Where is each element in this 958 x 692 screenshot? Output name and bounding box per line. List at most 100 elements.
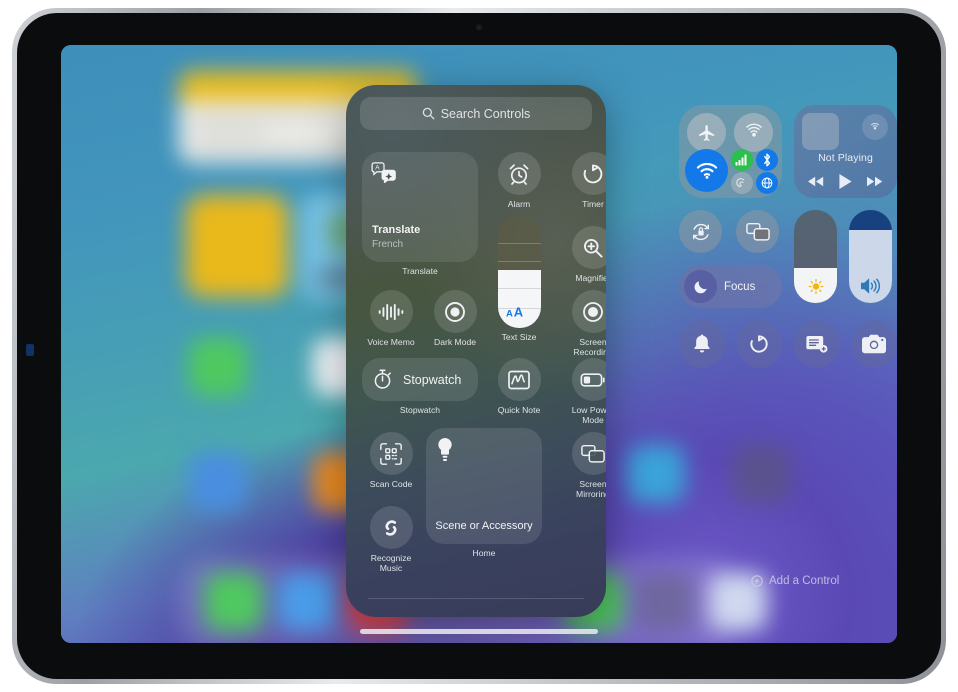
airplay-audio-icon[interactable] <box>862 114 888 140</box>
ring-silent-button[interactable] <box>679 320 725 368</box>
control-text-size[interactable]: A A Text Size <box>490 216 548 343</box>
personal-hotspot-toggle[interactable] <box>731 172 753 194</box>
search-icon <box>422 107 435 120</box>
controls-grid: A Translate French Translate Alarm Timer… <box>360 142 606 617</box>
bg-app-icon-notes <box>186 195 288 297</box>
control-home-scene[interactable]: Scene or Accessory Home <box>426 428 542 559</box>
control-label-magnifier: Magnifier <box>575 273 606 283</box>
bg-dock-icon <box>277 573 335 631</box>
screen-recording-button[interactable] <box>571 290 606 333</box>
bell-icon <box>693 334 711 354</box>
brightness-slider[interactable] <box>794 210 837 303</box>
focus-label: Focus <box>724 280 756 293</box>
control-alarm[interactable]: Alarm <box>490 152 548 210</box>
control-screen-recording[interactable]: Screen Recording <box>564 290 606 357</box>
now-playing-controls <box>794 174 897 189</box>
focus-button[interactable]: Focus <box>679 265 782 308</box>
now-playing-module[interactable]: Not Playing <box>794 105 897 198</box>
control-label-text-size: Text Size <box>501 332 537 342</box>
control-dark-mode[interactable]: Dark Mode <box>426 290 484 348</box>
quick-note-button[interactable] <box>794 320 840 368</box>
lightbulb-icon <box>436 438 532 463</box>
extra-controls-row <box>679 320 897 368</box>
device-bezel: Not Playing Focus Add a Control Search C… <box>17 13 941 679</box>
add-a-control-label: Add a Control <box>769 575 840 587</box>
bg-widget-line <box>193 145 365 152</box>
connectivity-module <box>679 105 782 198</box>
add-a-control-button[interactable]: Add a Control <box>751 575 839 587</box>
recognize-music-button[interactable] <box>369 506 413 549</box>
now-playing-title: Not Playing <box>818 152 873 164</box>
translate-widget[interactable]: A Translate French <box>362 152 478 262</box>
bg-app-icon <box>627 445 685 503</box>
volume-slider[interactable] <box>849 210 892 303</box>
text-size-icon: A A <box>506 305 532 319</box>
timer-icon <box>581 162 605 186</box>
front-camera-dot <box>475 24 483 31</box>
brightness-icon <box>807 278 824 295</box>
shazam-icon <box>379 516 403 540</box>
scan-code-button[interactable] <box>369 432 413 475</box>
bg-dock-icon <box>637 573 695 631</box>
control-stopwatch[interactable]: Stopwatch Stopwatch <box>362 358 478 416</box>
home-indicator[interactable] <box>360 629 598 634</box>
low-power-mode-button[interactable] <box>571 358 606 401</box>
magnifier-button[interactable] <box>571 226 606 269</box>
camera-button[interactable] <box>851 320 897 368</box>
bezel-side-marker <box>26 344 34 356</box>
battery-low-icon <box>580 372 606 387</box>
play-icon[interactable] <box>839 174 852 189</box>
vpn-toggle[interactable] <box>756 172 778 194</box>
text-size-fill <box>497 269 541 328</box>
record-icon <box>581 300 605 324</box>
alarm-button[interactable] <box>497 152 541 195</box>
control-recognize-music[interactable]: Recognize Music <box>362 506 420 573</box>
quick-note-button[interactable] <box>497 358 541 401</box>
control-translate[interactable]: A Translate French Translate <box>362 152 478 277</box>
rotation-lock-toggle[interactable] <box>679 210 722 253</box>
airplane-mode-toggle[interactable] <box>687 113 726 152</box>
bluetooth-toggle[interactable] <box>756 149 778 171</box>
rewind-icon[interactable] <box>808 176 824 187</box>
control-label-screen-mirroring: Screen Mirroring <box>576 479 606 499</box>
cellular-toggle[interactable] <box>731 149 753 171</box>
timer-button[interactable] <box>571 152 606 195</box>
bluetooth-icon <box>762 153 773 168</box>
wifi-toggle[interactable] <box>685 149 728 192</box>
wifi-icon <box>695 162 718 180</box>
vpn-globe-icon <box>761 177 774 190</box>
screen-mirroring-button[interactable] <box>736 210 779 253</box>
timer-button[interactable] <box>736 320 782 368</box>
stopwatch-widget-title: Stopwatch <box>403 372 462 387</box>
bg-dock-icon <box>205 573 263 631</box>
control-label-timer: Timer <box>582 199 604 209</box>
control-voice-memo[interactable]: Voice Memo <box>362 290 420 348</box>
voice-memo-button[interactable] <box>369 290 413 333</box>
stopwatch-widget[interactable]: Stopwatch <box>362 358 478 401</box>
device-frame: Not Playing Focus Add a Control Search C… <box>12 8 946 684</box>
control-timer[interactable]: Timer <box>564 152 606 210</box>
home-scene-widget[interactable]: Scene or Accessory <box>426 428 542 544</box>
control-label-scan-code: Scan Code <box>369 479 413 489</box>
control-low-power-mode[interactable]: Low Power Mode <box>564 358 606 425</box>
airdrop-toggle[interactable] <box>734 113 773 152</box>
dark-mode-button[interactable] <box>433 290 477 333</box>
timer-icon <box>748 333 771 356</box>
screen-mirroring-control-button[interactable] <box>571 432 606 475</box>
text-size-slider[interactable]: A A <box>497 216 541 328</box>
control-screen-mirroring[interactable]: Screen Mirroring <box>564 432 606 499</box>
search-controls-placeholder: Search Controls <box>440 106 531 121</box>
translate-icon: A <box>371 161 469 183</box>
fast-forward-icon[interactable] <box>866 176 883 187</box>
airplay-glyph <box>868 120 883 135</box>
qr-scan-icon <box>380 442 403 465</box>
bg-widget-line <box>193 129 265 136</box>
search-controls-field[interactable]: Search Controls <box>360 97 592 130</box>
bg-app-icon <box>189 338 247 396</box>
control-label-screen-recording: Screen Recording <box>573 337 606 357</box>
control-scan-code[interactable]: Scan Code <box>362 432 420 490</box>
control-quick-note[interactable]: Quick Note <box>490 358 548 416</box>
moon-icon <box>692 278 709 295</box>
control-magnifier[interactable]: Magnifier <box>564 226 606 284</box>
control-label-quick-note: Quick Note <box>497 405 541 415</box>
